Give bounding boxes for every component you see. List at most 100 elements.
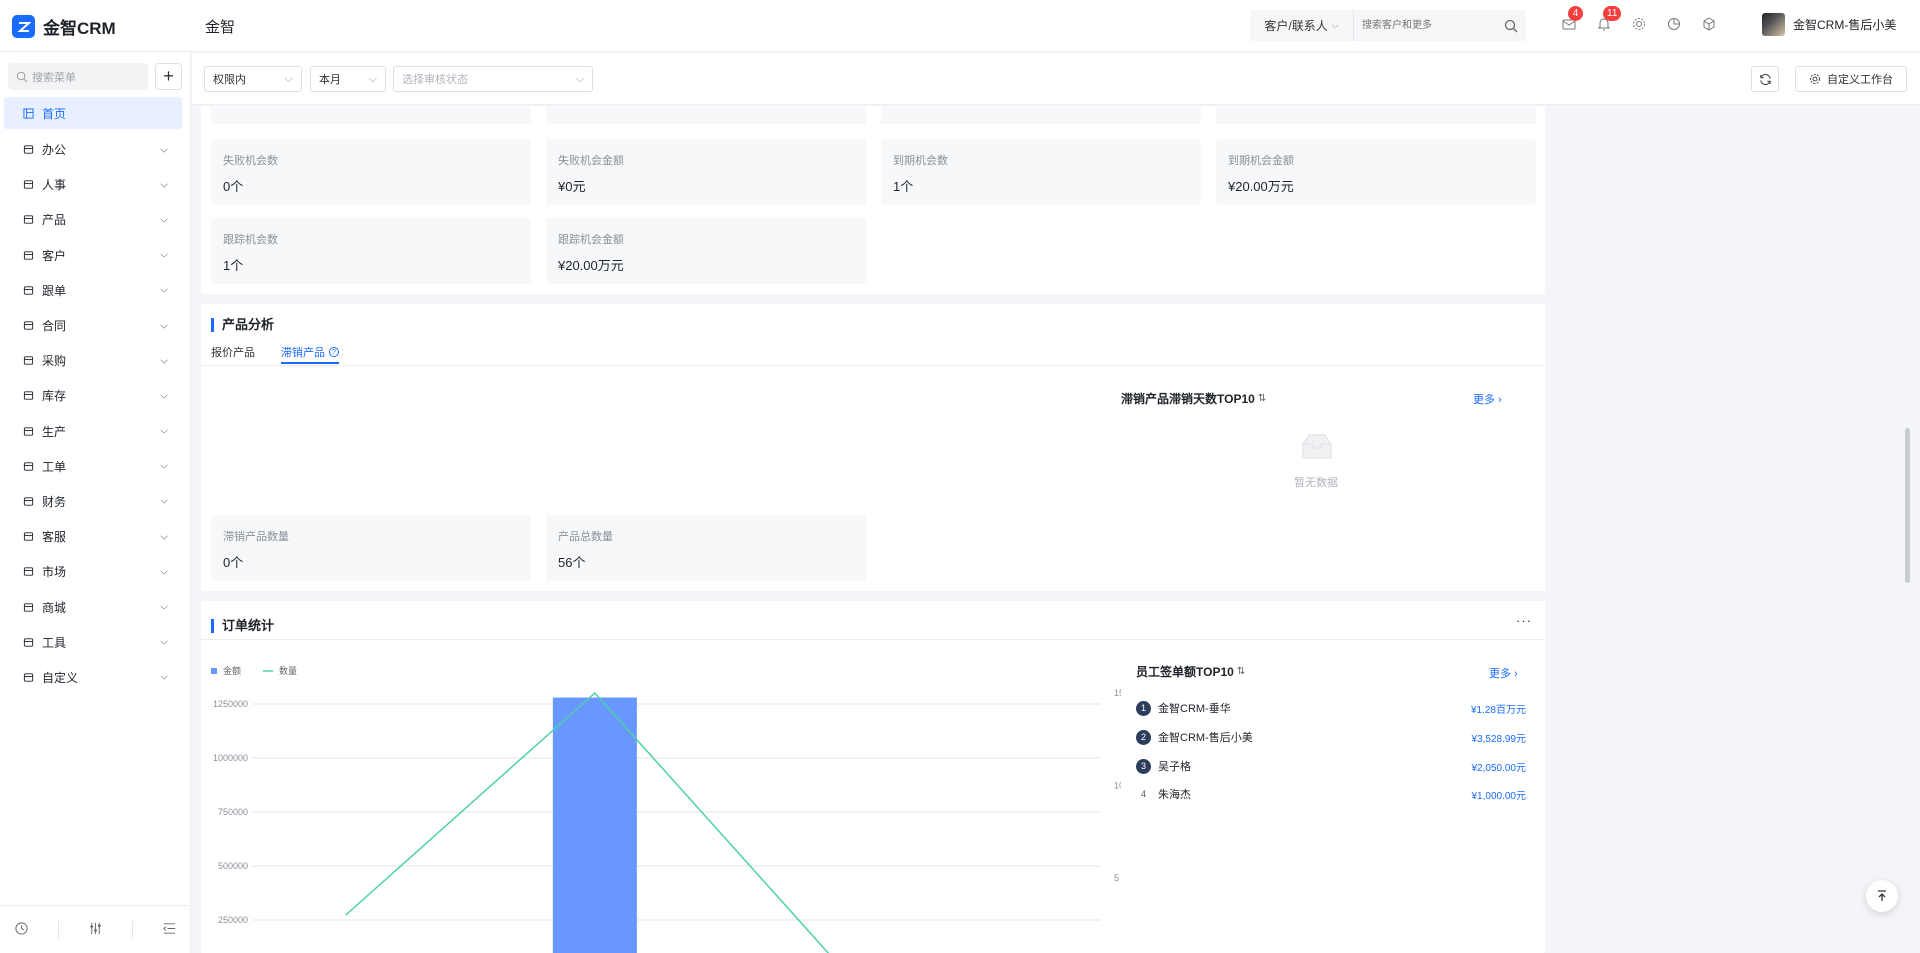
slow-top10-title: 滞销产品滞销天数TOP10 ⇅ [1121, 390, 1266, 407]
rank-row[interactable]: 1 金智CRM-垂华 ¥1.28百万元 [1136, 699, 1526, 717]
chevron-down-icon: ⌵ [160, 460, 168, 472]
rank-number: 4 [1140, 789, 1146, 799]
pie-chart-icon[interactable] [1665, 15, 1683, 33]
opportunity-card: 失败机会数 0个 失败机会金额 ¥0元 到期机会数 1个 到期机会金额 ¥20.… [201, 106, 1545, 294]
empty-inbox-icon [1297, 432, 1337, 465]
menu-search[interactable]: 搜索菜单 [8, 63, 148, 90]
tool-icon [22, 636, 34, 648]
sidebar-item[interactable]: 首页 [4, 97, 182, 129]
page-scrollbar[interactable] [1905, 428, 1910, 583]
sidebar-item[interactable]: 采购 ⌵ [4, 343, 182, 378]
search-icon[interactable] [1496, 19, 1526, 33]
stat-label: 跟踪机会金额 [558, 234, 624, 246]
more-options-icon[interactable]: ··· [1516, 613, 1532, 628]
help-icon[interactable]: ? [329, 347, 339, 357]
rank-row[interactable]: 2 金智CRM-售后小美 ¥3,528.99元 [1136, 728, 1526, 746]
review-status-select[interactable]: 选择审核状态 ⌵ [393, 66, 593, 92]
rank-row[interactable]: 3 吴子格 ¥2,050.00元 [1136, 757, 1526, 775]
period-select[interactable]: 本月 ⌵ [310, 66, 386, 92]
sliders-icon[interactable] [88, 921, 103, 939]
collapse-menu-icon[interactable] [162, 921, 177, 939]
sidebar-item[interactable]: 产品 ⌵ [4, 202, 182, 237]
sidebar-item[interactable]: 办公 ⌵ [4, 132, 182, 167]
sidebar-item[interactable]: 库存 ⌵ [4, 378, 182, 413]
logo-icon [12, 15, 35, 38]
sidebar-item-label: 财务 [42, 494, 67, 509]
chevron-down-icon: ⌵ [160, 425, 168, 437]
divider [131, 920, 133, 939]
refresh-icon [1759, 73, 1771, 85]
search-icon [16, 71, 28, 82]
rank-number: 3 [1136, 758, 1151, 774]
sidebar-item[interactable]: 市场 ⌵ [4, 554, 182, 589]
tab-slow-products[interactable]: 滞销产品 ? [281, 344, 339, 360]
scope-value: 权限内 [213, 74, 246, 86]
divider [58, 920, 60, 939]
bell-icon[interactable]: 11 [1595, 6, 1622, 33]
rank-row[interactable]: 4 朱海杰 ¥1,000.00元 [1136, 785, 1526, 803]
sidebar-item[interactable]: 财务 ⌵ [4, 484, 182, 519]
back-to-top-button[interactable] [1866, 880, 1898, 912]
refresh-button[interactable] [1751, 66, 1779, 92]
history-icon[interactable] [14, 921, 29, 939]
sidebar-item-label: 合同 [42, 319, 67, 334]
top-bar: 金智CRM 金智 客户/联系人 ⌵ 4 11 金智CR [0, 0, 1920, 52]
sidebar-item[interactable]: 合同 ⌵ [4, 308, 182, 343]
sidebar-item[interactable]: 工具 ⌵ [4, 625, 182, 660]
mail-icon[interactable]: 4 [1560, 6, 1583, 33]
sidebar-item[interactable]: 商城 ⌵ [4, 589, 182, 624]
warehouse-icon [22, 390, 34, 402]
logo[interactable]: 金智CRM [12, 14, 116, 39]
stat-value: 1个 [893, 179, 914, 194]
rank-amount: ¥3,528.99元 [1471, 733, 1527, 745]
page-title: 金智 [205, 19, 236, 36]
sidebar-item-label: 采购 [42, 354, 67, 369]
stat-value: ¥20.00万元 [1228, 179, 1294, 194]
chevron-down-icon: ⌵ [284, 72, 293, 85]
search-type-select[interactable]: 客户/联系人 ⌵ [1250, 10, 1354, 41]
stat-tile: 到期机会数 1个 [881, 139, 1201, 205]
chevron-right-icon: › [1511, 668, 1518, 680]
more-link[interactable]: 更多 › [1489, 665, 1518, 681]
order-stats-card: 订单统计 ··· 金额 数量 1250000 1000000 750000 500000 2… [201, 601, 1545, 953]
sidebar-item[interactable]: 客服 ⌵ [4, 519, 182, 554]
tab-quote-products[interactable]: 报价产品 [211, 344, 255, 360]
sidebar-item[interactable]: 客户 ⌵ [4, 238, 182, 273]
chevron-down-icon: ⌵ [160, 495, 168, 507]
global-search: 客户/联系人 ⌵ [1250, 10, 1526, 41]
rank-amount: ¥1.28百万元 [1470, 704, 1526, 716]
sidebar-item-label: 跟单 [42, 283, 67, 298]
scope-select[interactable]: 权限内 ⌵ [204, 66, 302, 92]
slow-top10-label: 滞销产品滞销天数TOP10 [1121, 392, 1255, 406]
user-menu[interactable]: 金智CRM-售后小美 [1762, 13, 1896, 36]
customize-workbench-button[interactable]: 自定义工作台 [1795, 66, 1907, 92]
sidebar-item[interactable]: 跟单 ⌵ [4, 273, 182, 308]
section-title: 订单统计 [211, 619, 274, 633]
sidebar-item[interactable]: 工单 ⌵ [4, 449, 182, 484]
chevron-down-icon: ⌵ [160, 214, 168, 226]
cube-icon[interactable] [1700, 15, 1718, 33]
search-type-label: 客户/联系人 [1264, 19, 1328, 33]
sort-icon[interactable]: ⇅ [1258, 393, 1266, 404]
sidebar-item[interactable]: 生产 ⌵ [4, 414, 182, 449]
sidebar-item[interactable]: 自定义 ⌵ [4, 660, 182, 695]
sidebar-item-label: 工单 [42, 459, 67, 474]
chevron-down-icon: ⌵ [160, 601, 168, 613]
sort-icon[interactable]: ⇅ [1237, 666, 1245, 677]
sidebar-item-label: 商城 [42, 600, 67, 615]
notification-badge: 11 [1603, 6, 1622, 21]
more-link[interactable]: 更多 › [1473, 391, 1502, 407]
stat-value: ¥20.00万元 [558, 258, 624, 273]
add-button[interactable]: + [155, 63, 182, 90]
sidebar-item-label: 人事 [42, 178, 67, 193]
y2-tick-label: 15 [1114, 688, 1121, 698]
stat-label: 产品总数量 [558, 531, 613, 543]
search-input[interactable] [1354, 10, 1496, 41]
stat-label: 跟踪机会数 [223, 234, 278, 246]
filter-bar: 权限内 ⌵ 本月 ⌵ 选择审核状态 ⌵ 自定义工作台 [192, 53, 1920, 105]
sidebar-item[interactable]: 人事 ⌵ [4, 167, 182, 202]
chevron-down-icon: ⌵ [160, 144, 168, 156]
sidebar-item-label: 市场 [42, 565, 67, 580]
target-icon [22, 284, 34, 296]
gear-icon[interactable] [1630, 15, 1648, 33]
